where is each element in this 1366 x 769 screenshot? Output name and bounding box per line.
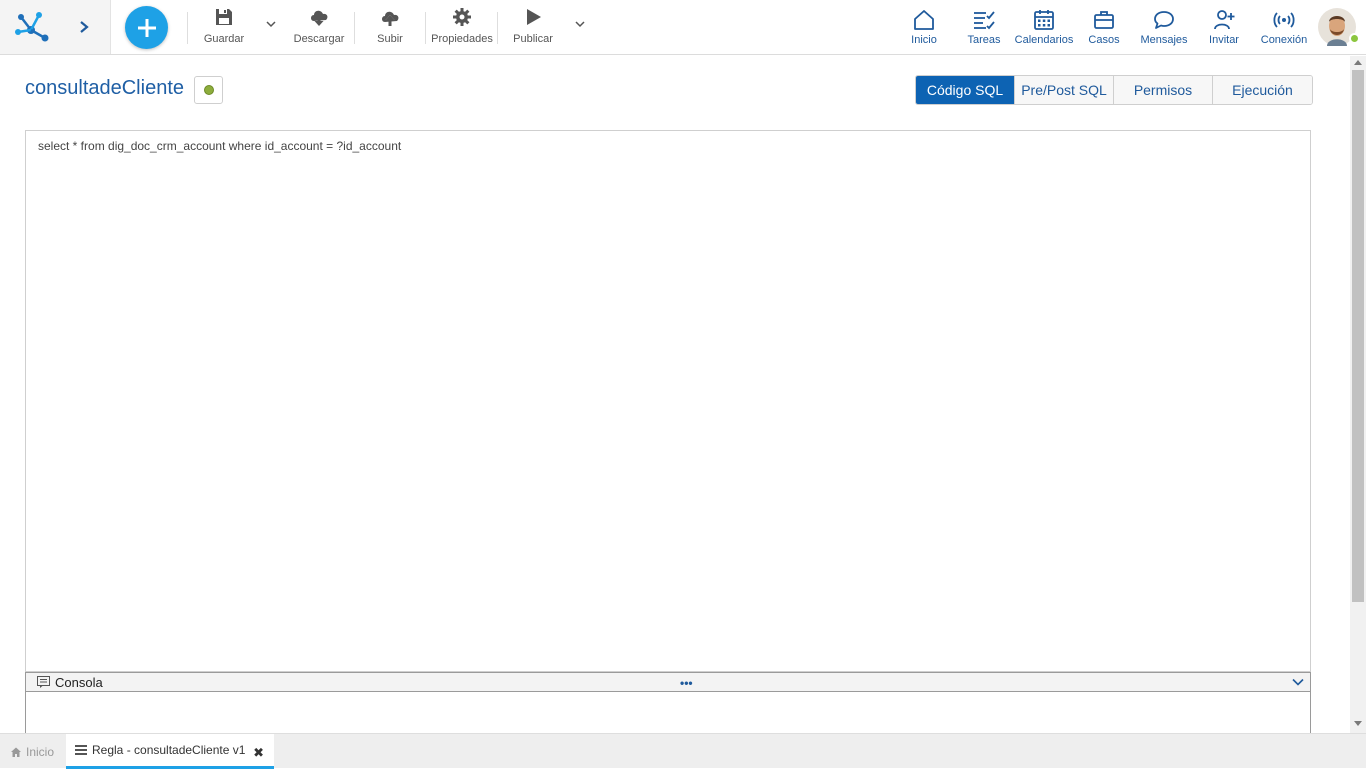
nav-messages-label: Mensajes (1140, 34, 1188, 46)
publish-button[interactable]: Publicar (512, 6, 554, 48)
nav-calendars[interactable]: Calendarios (1014, 8, 1074, 48)
broadcast-icon (1273, 12, 1295, 28)
logo-icon[interactable] (12, 8, 50, 46)
sql-code-line[interactable]: select * from dig_doc_crm_account where … (38, 139, 401, 153)
rule-list-icon (75, 745, 87, 755)
top-toolbar: Guardar Descargar Subir Propiedades Publ… (0, 0, 1366, 55)
scroll-up-arrow-icon[interactable] (1354, 60, 1362, 65)
nav-cases[interactable]: Casos (1084, 8, 1124, 48)
nav-tasks[interactable]: Tareas (964, 8, 1004, 48)
nav-tasks-label: Tareas (967, 34, 1001, 46)
vertical-scrollbar[interactable] (1350, 56, 1366, 733)
gear-icon (453, 8, 471, 26)
nav-invite[interactable]: Invitar (1204, 8, 1244, 48)
nav-home-label: Inicio (911, 34, 937, 46)
bottom-tab-bar: Inicio Regla - consultadeCliente v1 ✖ (0, 733, 1366, 769)
tab-sql-code[interactable]: Código SQL (916, 76, 1015, 104)
state-indicator-button[interactable] (194, 76, 223, 104)
tab-pre-post-sql[interactable]: Pre/Post SQL (1015, 76, 1114, 104)
chevron-down-icon[interactable] (1292, 676, 1304, 688)
add-user-icon (1214, 10, 1235, 30)
save-options-chevron-down-icon[interactable] (265, 17, 277, 31)
console-header[interactable]: Consola ••• (25, 672, 1311, 692)
console-icon (37, 676, 50, 688)
toolbar-divider (187, 12, 188, 44)
cloud-upload-icon (382, 11, 399, 26)
upload-button[interactable]: Subir (374, 6, 406, 48)
plus-icon (137, 18, 156, 37)
state-dot (203, 85, 214, 95)
nav-home[interactable]: Inicio (904, 8, 944, 48)
save-label: Guardar (203, 33, 245, 45)
nav-messages[interactable]: Mensajes (1139, 8, 1189, 48)
home-icon (11, 747, 21, 757)
scroll-down-arrow-icon[interactable] (1354, 721, 1362, 726)
chat-bubble-icon (1154, 11, 1174, 29)
download-label: Descargar (293, 33, 345, 45)
properties-label: Propiedades (431, 33, 493, 45)
bottom-tab-home-label: Inicio (26, 744, 55, 759)
online-status-dot (1349, 33, 1360, 44)
chevron-right-icon[interactable] (76, 16, 92, 38)
checklist-icon (974, 11, 995, 30)
publish-options-chevron-down-icon[interactable] (574, 17, 586, 31)
properties-button[interactable]: Propiedades (431, 6, 493, 48)
toolbar-divider (354, 12, 355, 44)
bottom-tab-home[interactable]: Inicio (10, 734, 54, 769)
add-button[interactable] (125, 6, 168, 49)
logo-area (0, 0, 111, 54)
publish-label: Publicar (513, 33, 553, 45)
nav-cases-label: Casos (1088, 34, 1120, 46)
nav-calendars-label: Calendarios (1014, 34, 1074, 46)
calendar-icon (1034, 10, 1054, 30)
save-button[interactable]: Guardar (203, 6, 245, 48)
sql-editor[interactable]: select * from dig_doc_crm_account where … (25, 130, 1311, 672)
tab-execution[interactable]: Ejecución (1213, 76, 1312, 104)
console-output (25, 692, 1311, 733)
console-label: Consola (55, 675, 103, 690)
nav-invite-label: Invitar (1209, 34, 1239, 46)
home-icon (914, 10, 934, 30)
resize-handle-icon[interactable]: ••• (680, 676, 693, 690)
bottom-tab-document-label: Regla - consultadeCliente v1 (92, 743, 246, 757)
floppy-disk-icon (216, 9, 232, 25)
nav-connection-label: Conexión (1260, 34, 1308, 46)
cloud-download-icon (311, 10, 328, 26)
close-icon[interactable]: ✖ (253, 745, 264, 761)
toolbar-divider (425, 12, 426, 44)
briefcase-icon (1094, 11, 1114, 29)
nav-connection[interactable]: Conexión (1259, 8, 1309, 48)
scroll-thumb[interactable] (1352, 70, 1364, 602)
bottom-tab-document[interactable]: Regla - consultadeCliente v1 ✖ (66, 734, 274, 769)
download-button[interactable]: Descargar (293, 6, 345, 48)
page-title: consultadeCliente (25, 77, 184, 99)
play-icon (527, 9, 541, 25)
tab-permissions[interactable]: Permisos (1114, 76, 1213, 104)
upload-label: Subir (377, 33, 403, 45)
toolbar-divider (497, 12, 498, 44)
tab-bar: Código SQL Pre/Post SQL Permisos Ejecuci… (915, 75, 1313, 105)
